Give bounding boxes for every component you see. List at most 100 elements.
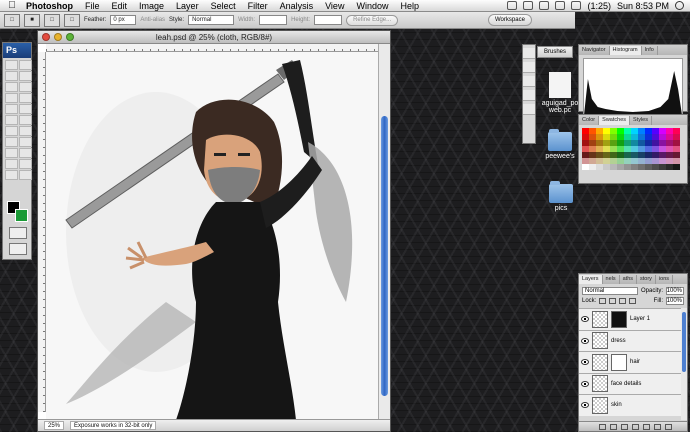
color-swatch[interactable] — [610, 164, 617, 170]
tab-paths[interactable]: aths — [620, 275, 638, 284]
magic-wand-tool-icon[interactable] — [19, 71, 32, 81]
style-select[interactable]: Normal — [188, 15, 235, 25]
menu-view[interactable]: View — [319, 1, 350, 11]
color-swatch[interactable] — [659, 164, 666, 170]
document-titlebar[interactable]: leah.psd @ 25% (cloth, RGB/8#) — [38, 31, 390, 44]
display-icon[interactable] — [507, 1, 518, 10]
background-color-swatch[interactable] — [15, 209, 28, 222]
lasso-tool-icon[interactable] — [5, 71, 18, 81]
layer-row[interactable]: face details — [579, 372, 687, 394]
menu-window[interactable]: Window — [350, 1, 394, 11]
gradient-tool-icon[interactable] — [19, 115, 32, 125]
spotlight-search-icon[interactable] — [675, 1, 684, 10]
character-icon[interactable] — [523, 90, 535, 101]
tab-actions[interactable]: ions — [656, 275, 674, 284]
color-swatch[interactable] — [652, 164, 659, 170]
color-swatch[interactable] — [624, 164, 631, 170]
lock-position-icon[interactable] — [619, 298, 627, 304]
zoom-tool-icon[interactable] — [19, 170, 32, 180]
screen-mode-icon[interactable] — [9, 243, 27, 255]
eraser-tool-icon[interactable] — [5, 115, 18, 125]
document-canvas[interactable] — [46, 52, 380, 420]
volume-icon[interactable] — [555, 1, 566, 10]
clone-stamp-tool-icon[interactable] — [5, 104, 18, 114]
antialias-checkbox[interactable]: Anti-alias — [140, 17, 165, 23]
color-swatch[interactable] — [666, 164, 673, 170]
battery-time[interactable]: (1:25) — [587, 1, 611, 11]
visibility-eye-icon[interactable] — [581, 316, 589, 323]
hand-tool-icon[interactable] — [5, 170, 18, 180]
lock-transparent-icon[interactable] — [599, 298, 607, 304]
fill-input[interactable]: 100% — [666, 297, 684, 305]
marquee-tool-icon[interactable] — [19, 60, 32, 70]
menu-image[interactable]: Image — [133, 1, 170, 11]
tab-history[interactable]: story — [637, 275, 656, 284]
color-swatch[interactable] — [631, 164, 638, 170]
bluetooth-icon[interactable] — [523, 1, 534, 10]
quick-mask-icon[interactable] — [9, 227, 27, 239]
move-tool-icon[interactable] — [5, 60, 18, 70]
path-selection-tool-icon[interactable] — [5, 148, 18, 158]
clone-source-icon[interactable] — [523, 62, 535, 73]
layers-scrollbar[interactable] — [681, 308, 687, 420]
layer-row[interactable]: hair — [579, 351, 687, 373]
color-swatch[interactable] — [645, 164, 652, 170]
desktop-folder-peewees[interactable]: peewee's — [540, 129, 580, 160]
add-mask-icon[interactable] — [621, 423, 628, 430]
vertical-scrollbar[interactable] — [378, 44, 390, 420]
tab-histogram[interactable]: Histogram — [609, 46, 642, 55]
add-to-selection-icon[interactable]: □ — [44, 13, 60, 27]
color-swatch[interactable] — [638, 164, 645, 170]
desktop-file-icon[interactable]: aguigad_po web.pc — [538, 72, 582, 114]
layer-row[interactable]: Layer 1 — [579, 308, 687, 330]
photoshop-logo[interactable]: Ps — [3, 43, 31, 58]
tab-swatches[interactable]: Swatches — [599, 116, 631, 125]
tab-info[interactable]: Info — [642, 46, 658, 55]
shape-tool-icon[interactable] — [19, 148, 32, 158]
menu-select[interactable]: Select — [205, 1, 242, 11]
layer-row[interactable]: dress — [579, 329, 687, 351]
color-swatch[interactable] — [589, 164, 596, 170]
paragraph-icon[interactable] — [523, 104, 535, 115]
height-input[interactable] — [314, 15, 343, 25]
tab-styles[interactable]: Styles — [630, 116, 652, 125]
subtract-selection-icon[interactable]: □ — [64, 13, 80, 27]
vertical-scroll-thumb[interactable] — [381, 116, 388, 396]
battery-icon[interactable] — [571, 1, 582, 10]
desktop-folder-pics[interactable]: pics — [546, 181, 576, 212]
horizontal-ruler[interactable] — [46, 44, 380, 52]
layer-row[interactable]: skin — [579, 394, 687, 416]
menu-help[interactable]: Help — [394, 1, 425, 11]
apple-menu-icon[interactable]:  — [4, 0, 20, 11]
opacity-input[interactable]: 100% — [666, 287, 684, 295]
color-swatch[interactable] — [596, 164, 603, 170]
feather-input[interactable]: 0 px — [110, 15, 137, 25]
layer-mask-thumbnail[interactable] — [611, 310, 627, 328]
new-group-icon[interactable] — [643, 423, 650, 430]
link-layers-icon[interactable] — [599, 423, 606, 430]
history-brush-tool-icon[interactable] — [19, 104, 32, 114]
layers-scroll-thumb[interactable] — [682, 312, 686, 372]
pen-tool-icon[interactable] — [5, 137, 18, 147]
menu-edit[interactable]: Edit — [106, 1, 134, 11]
layer-style-icon[interactable] — [610, 423, 617, 430]
brush-presets-icon[interactable] — [523, 48, 535, 59]
brushes-panel-tab[interactable]: Brushes — [537, 46, 573, 58]
tab-channels[interactable]: nels — [603, 275, 620, 284]
3d-orbit-tool-icon[interactable] — [19, 159, 32, 169]
status-info[interactable]: Exposure works in 32-bit only — [70, 421, 157, 430]
blur-tool-icon[interactable] — [5, 126, 18, 136]
adjustment-layer-icon[interactable] — [632, 423, 639, 430]
layer-mask-thumbnail[interactable] — [611, 353, 627, 371]
new-layer-icon[interactable] — [654, 423, 661, 430]
menu-layer[interactable]: Layer — [170, 1, 205, 11]
visibility-eye-icon[interactable] — [581, 359, 589, 366]
blend-mode-select[interactable]: Normal — [582, 287, 638, 295]
menu-app-name[interactable]: Photoshop — [20, 1, 79, 11]
color-swatch[interactable] — [673, 164, 680, 170]
visibility-eye-icon[interactable] — [581, 380, 589, 387]
tab-layers[interactable]: Layers — [579, 275, 603, 284]
menu-file[interactable]: File — [79, 1, 106, 11]
color-swatch[interactable] — [582, 164, 589, 170]
delete-layer-icon[interactable] — [665, 423, 672, 430]
